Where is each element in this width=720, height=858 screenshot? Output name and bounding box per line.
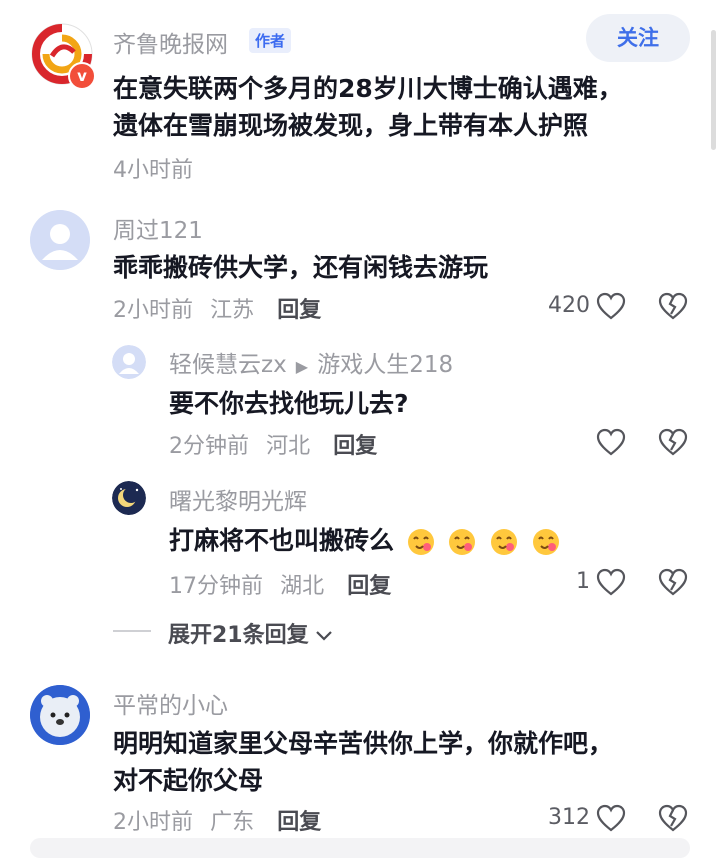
dislike-broken-heart-icon[interactable] xyxy=(658,804,688,836)
verified-badge: v xyxy=(68,62,96,90)
like-heart-icon[interactable] xyxy=(596,568,626,600)
comment-text-line2: 对不起你父母 xyxy=(113,766,264,795)
like-count: 312 xyxy=(548,805,590,830)
scrollbar[interactable] xyxy=(711,30,716,150)
comment-time: 2小时前 xyxy=(113,298,193,323)
reply-time: 2分钟前 xyxy=(169,434,249,459)
reply-to-username[interactable]: 游戏人生218 xyxy=(317,352,453,378)
expand-replies-label: 展开21条回复 xyxy=(168,623,309,648)
dislike-broken-heart-icon[interactable] xyxy=(658,568,688,600)
reply-avatar[interactable] xyxy=(112,481,146,515)
expand-divider xyxy=(113,630,151,632)
reply-text-content: 打麻将不也叫搬砖么 xyxy=(169,526,395,555)
reply-time: 17分钟前 xyxy=(169,574,263,599)
comment-location: 江苏 xyxy=(210,298,255,323)
reply-button[interactable]: 回复 xyxy=(277,810,321,835)
comment-username[interactable]: 周过121 xyxy=(113,211,203,245)
comment-username[interactable]: 平常的小心 xyxy=(113,686,228,720)
author-badge: 作者 xyxy=(249,28,292,53)
emoji-icon xyxy=(407,529,434,555)
default-user-icon xyxy=(30,210,90,270)
emoji-icon xyxy=(449,529,476,555)
comment-avatar[interactable] xyxy=(30,210,90,270)
reply-button[interactable]: 回复 xyxy=(333,434,377,459)
reply-avatar[interactable] xyxy=(112,345,146,379)
reply-location: 河北 xyxy=(266,434,311,459)
post-author-name[interactable]: 齐鲁晚报网 xyxy=(113,25,228,59)
reply-button[interactable]: 回复 xyxy=(277,298,321,323)
comment-time: 2小时前 xyxy=(113,810,193,835)
like-count: 1 xyxy=(576,569,590,594)
reply-text: 要不你去找他玩儿去? xyxy=(169,389,409,418)
dislike-broken-heart-icon[interactable] xyxy=(658,428,688,460)
like-count: 420 xyxy=(548,293,590,318)
default-user-icon xyxy=(112,345,146,379)
reply-location: 湖北 xyxy=(280,574,325,599)
like-heart-icon[interactable] xyxy=(596,428,626,460)
reply-arrow-icon: ▶ xyxy=(295,357,309,376)
reply-meta: 2分钟前 河北 回复 xyxy=(169,428,377,460)
dislike-broken-heart-icon[interactable] xyxy=(658,292,688,324)
reply-username[interactable]: 轻候慧云zx xyxy=(169,352,287,378)
like-heart-icon[interactable] xyxy=(596,292,626,324)
comment-meta: 2小时前 江苏 回复 xyxy=(113,292,321,324)
reply-meta: 17分钟前 湖北 回复 xyxy=(169,568,391,600)
reply-username[interactable]: 曙光黎明光辉 xyxy=(169,482,307,516)
reply-button[interactable]: 回复 xyxy=(347,574,391,599)
emoji-icon xyxy=(491,529,518,555)
post-text-line1: 在意失联两个多月的28岁川大博士确认遇难， xyxy=(113,74,623,103)
expand-replies-button[interactable]: 展开21条回复 xyxy=(168,617,334,649)
post-text-line2: 遗体在雪崩现场被发现，身上带有本人护照 xyxy=(113,111,589,140)
like-heart-icon[interactable] xyxy=(596,804,626,836)
comment-location: 广东 xyxy=(210,810,255,835)
chevron-down-icon xyxy=(314,627,334,646)
verified-v-icon: v xyxy=(77,67,87,85)
moon-night-icon xyxy=(112,481,146,515)
comment-avatar[interactable] xyxy=(30,685,90,745)
comment-meta: 2小时前 广东 回复 xyxy=(113,804,321,836)
reply-text: 打麻将不也叫搬砖么 xyxy=(169,522,561,559)
emoji-icon xyxy=(532,529,559,555)
follow-button[interactable]: 关注 xyxy=(586,14,690,62)
astronaut-bear-icon xyxy=(30,685,90,745)
comment-text: 乖乖搬砖供大学，还有闲钱去游玩 xyxy=(113,253,489,282)
comment-text-line1: 明明知道家里父母辛苦供你上学，你就作吧， xyxy=(113,729,614,758)
post-time: 4小时前 xyxy=(113,158,193,183)
reply-header: 轻候慧云zx ▶ 游戏人生218 xyxy=(169,345,453,379)
bottom-input-bar[interactable] xyxy=(30,838,690,858)
emoji-group xyxy=(403,526,561,555)
